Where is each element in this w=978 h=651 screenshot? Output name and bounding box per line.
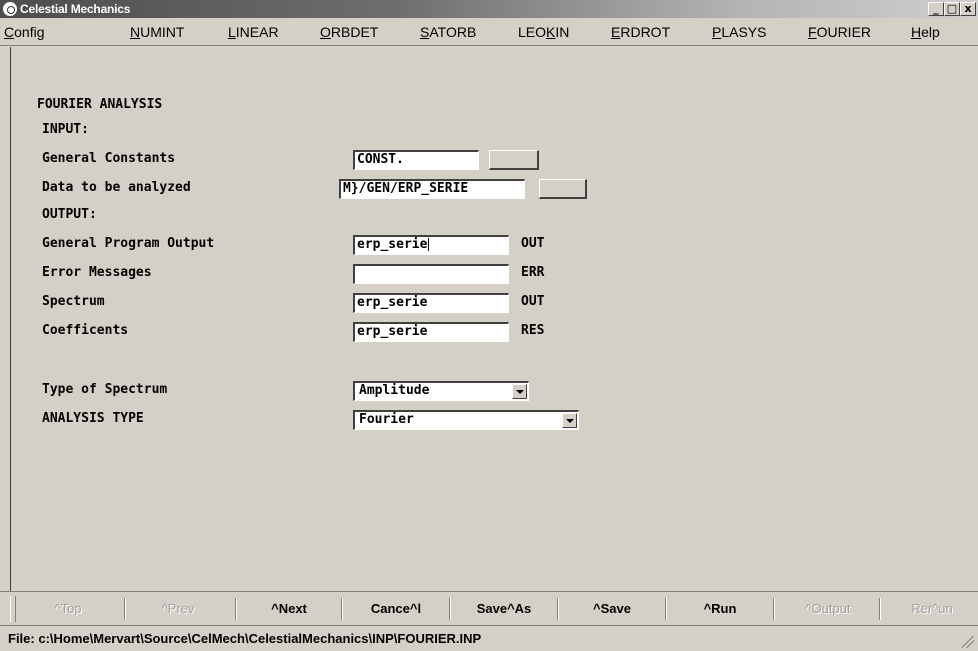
menu-orbdet[interactable]: ORBDET [320,24,378,40]
analysis-type-label: ANALYSIS TYPE [42,411,144,426]
menu-plasys[interactable]: PLASYS [712,24,766,40]
error-messages-label: Error Messages [42,265,152,280]
spectrum-ext: OUT [521,294,545,309]
toolbar-grip-handle[interactable] [10,596,16,622]
output-section-label: OUTPUT: [42,207,97,222]
run-button[interactable]: ^Run [669,596,771,622]
error-messages-field[interactable] [353,264,509,284]
menu-config[interactable]: Config [4,24,44,40]
menu-linear[interactable]: LINEAR [228,24,279,40]
analysis-type-select[interactable]: Fourier [353,410,579,430]
toolbar-divider [665,598,667,620]
minimize-button[interactable]: _ [928,2,944,16]
toolbar-divider [557,598,559,620]
toolbar-divider [235,598,237,620]
general-constants-field[interactable]: CONST. [353,150,479,170]
window-controls: _ □ x [928,2,976,16]
coefficients-field[interactable]: erp_serie [353,322,509,342]
coefficients-ext: RES [521,323,545,338]
save-button[interactable]: ^Save [561,596,663,622]
program-output-label: General Program Output [42,236,215,251]
form-heading: FOURIER ANALYSIS [37,97,163,112]
spectrum-type-value: Amplitude [359,383,430,398]
spectrum-type-select[interactable]: Amplitude [353,381,529,401]
toolbar-divider [773,598,775,620]
spectrum-type-label: Type of Spectrum [42,382,168,397]
general-constants-browse-button[interactable] [489,150,539,170]
analysis-type-value: Fourier [359,412,414,427]
spectrum-label: Spectrum [42,294,105,309]
close-button[interactable]: x [960,2,976,16]
spectrum-field[interactable]: erp_serie [353,293,509,313]
chevron-down-icon[interactable] [562,413,577,428]
data-to-analyze-field[interactable]: M}/GEN/ERP_SERIE [339,179,525,199]
cancel-button[interactable]: Cance^l [345,596,447,622]
top-button[interactable]: ^Top [22,596,114,622]
chevron-down-icon[interactable] [512,384,527,399]
status-file-path: File: c:\Home\Mervart\Source\CelMech\Cel… [8,631,482,646]
title-bar[interactable]: Celestial Mechanics _ □ x [0,0,978,18]
text-cursor [428,238,430,251]
menu-satorb[interactable]: SATORB [420,24,476,40]
menu-help[interactable]: Help [911,24,940,40]
data-to-analyze-label: Data to be analyzed [42,180,191,195]
general-constants-label: General Constants [42,151,176,166]
menu-erdrot[interactable]: ERDROT [611,24,670,40]
app-icon[interactable] [3,2,17,16]
button-bar: ^Top ^Prev ^Next Cance^l Save^As ^Save ^… [0,591,978,625]
save-as-button[interactable]: Save^As [453,596,555,622]
status-bar: File: c:\Home\Mervart\Source\CelMech\Cel… [0,625,978,651]
toolbar-divider [879,598,881,620]
input-section-label: INPUT: [42,122,89,137]
menu-fourier[interactable]: FOURIER [808,24,871,40]
menu-numint[interactable]: NUMINT [130,24,184,40]
maximize-button[interactable]: □ [944,2,960,16]
toolbar-divider [449,598,451,620]
menu-bar: Config NUMINT LINEAR ORBDET SATORB LEOKI… [0,18,978,46]
form-panel: FOURIER ANALYSIS INPUT: General Constant… [10,47,978,591]
program-output-ext: OUT [521,236,545,251]
data-to-analyze-browse-button[interactable] [539,179,587,199]
resize-grip-icon[interactable] [962,636,974,648]
output-button[interactable]: ^Output [777,596,879,622]
error-messages-ext: ERR [521,265,545,280]
app-window: Celestial Mechanics _ □ x Config NUMINT … [0,0,978,651]
menu-leokin[interactable]: LEOKIN [518,24,569,40]
prev-button[interactable]: ^Prev [128,596,228,622]
program-output-field[interactable]: erp_serie [353,235,509,255]
toolbar-divider [341,598,343,620]
coefficients-label: Coefficents [42,323,129,338]
window-title: Celestial Mechanics [20,2,131,16]
next-button[interactable]: ^Next [239,596,339,622]
toolbar-divider [124,598,126,620]
rerun-button[interactable]: Rer^un [883,596,978,622]
